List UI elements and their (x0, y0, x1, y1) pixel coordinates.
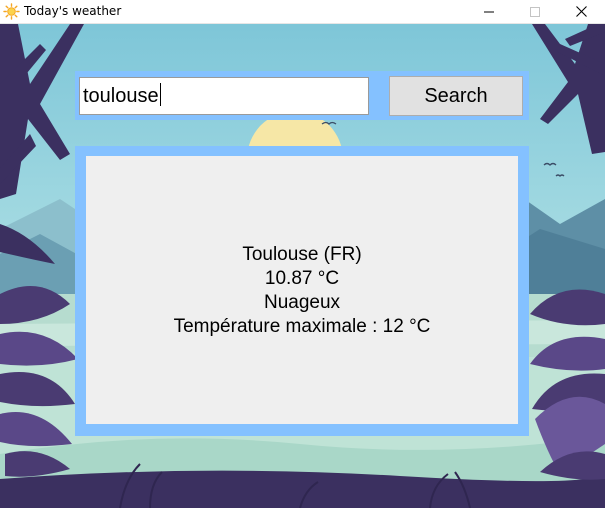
close-icon (575, 6, 587, 17)
minimize-icon (484, 11, 494, 12)
window-title: Today's weather (24, 4, 122, 18)
maximize-button[interactable] (512, 0, 558, 23)
condition-label: Nuageux (263, 292, 341, 313)
temperature-label: 10.87 °C (264, 268, 340, 289)
minimize-button[interactable] (466, 0, 512, 23)
weather-result-panel: Toulouse (FR) 10.87 °C Nuageux Températu… (86, 156, 518, 424)
city-label: Toulouse (FR) (242, 244, 362, 265)
max-temperature-label: Température maximale : 12 °C (173, 316, 431, 337)
search-button[interactable]: Search (389, 76, 523, 116)
search-input[interactable]: toulouse (79, 77, 369, 115)
search-input-text: toulouse (83, 85, 159, 107)
sun-icon (3, 3, 20, 20)
title-bar: Today's weather (0, 0, 605, 24)
weather-result-text: Toulouse (FR) 10.87 °C Nuageux Températu… (174, 243, 431, 339)
maximize-icon (530, 6, 540, 17)
close-button[interactable] (558, 0, 604, 23)
text-caret (159, 83, 161, 107)
